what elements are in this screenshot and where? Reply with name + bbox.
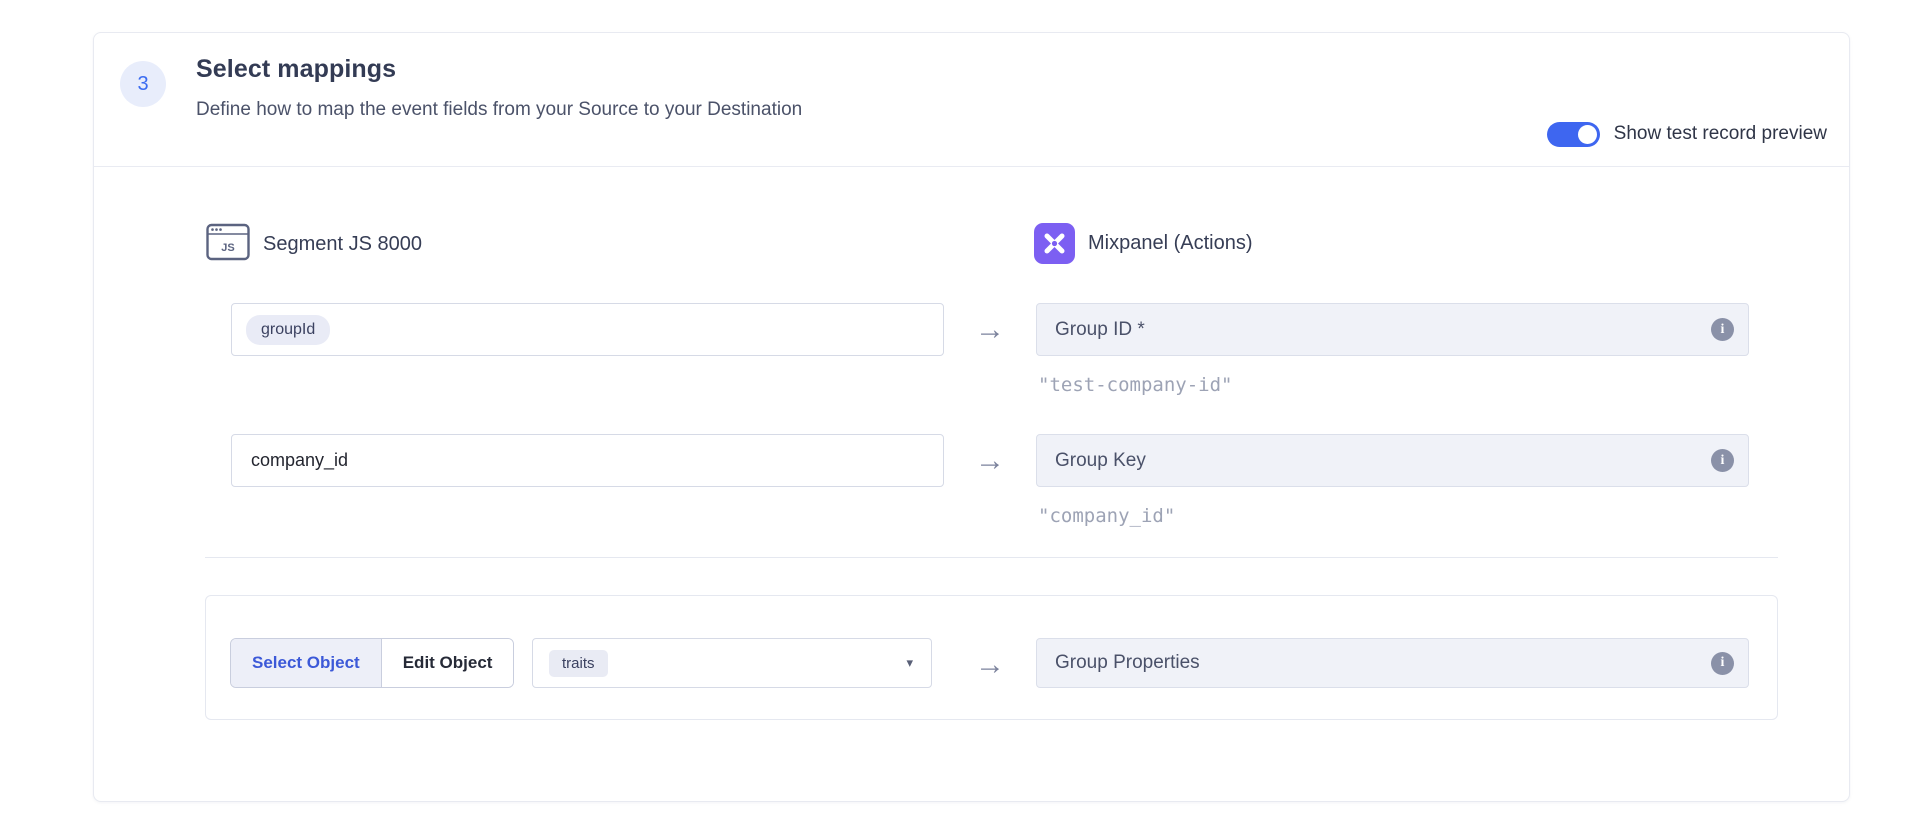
step-number-badge: 3 [120,61,166,107]
arrow-right-icon: → [966,650,1014,680]
destination-field-label: Group Key [1055,450,1146,472]
object-select-dropdown[interactable]: traits ▾ [532,638,932,688]
test-record-preview-control: Show test record preview [1547,117,1827,151]
select-mappings-card: 3 Select mappings Define how to map the … [93,32,1850,802]
test-record-preview-value: "test-company-id" [1038,374,1232,396]
source-field-input[interactable]: company_id [231,434,944,487]
toggle-label: Show test record preview [1614,123,1827,145]
destination-name: Mixpanel (Actions) [1088,232,1253,255]
source-name: Segment JS 8000 [263,233,422,256]
toggle-knob [1578,125,1597,144]
test-record-preview-value: "company_id" [1038,505,1175,527]
info-icon[interactable]: i [1711,652,1734,675]
javascript-browser-icon: JS [206,223,250,266]
info-icon[interactable]: i [1711,449,1734,472]
edit-object-button[interactable]: Edit Object [382,639,514,687]
destination-column-header: Mixpanel (Actions) [1034,223,1253,264]
destination-field-label: Group Properties [1055,652,1200,674]
object-mode-button-group: Select Object Edit Object [230,638,514,688]
page-title: Select mappings [196,55,396,84]
page-subtitle: Define how to map the event fields from … [196,99,802,121]
source-field-input[interactable]: groupId [231,303,944,356]
chevron-down-icon: ▾ [906,655,913,671]
destination-field: Group Properties i [1036,638,1749,688]
source-field-token[interactable]: groupId [246,315,330,345]
select-object-button[interactable]: Select Object [231,639,382,687]
destination-field: Group ID * i [1036,303,1749,356]
destination-field: Group Key i [1036,434,1749,487]
source-column-header: JS Segment JS 8000 [206,223,422,266]
arrow-right-icon: → [966,315,1014,345]
section-divider [205,557,1778,558]
destination-field-label: Group ID * [1055,319,1145,341]
arrow-right-icon: → [966,446,1014,476]
header-divider [94,166,1849,167]
source-field-text: company_id [246,450,348,471]
info-icon[interactable]: i [1711,318,1734,341]
show-test-record-preview-toggle[interactable] [1547,122,1600,147]
svg-text:JS: JS [221,242,234,254]
selected-object-chip: traits [549,650,608,677]
mixpanel-icon [1034,223,1075,264]
